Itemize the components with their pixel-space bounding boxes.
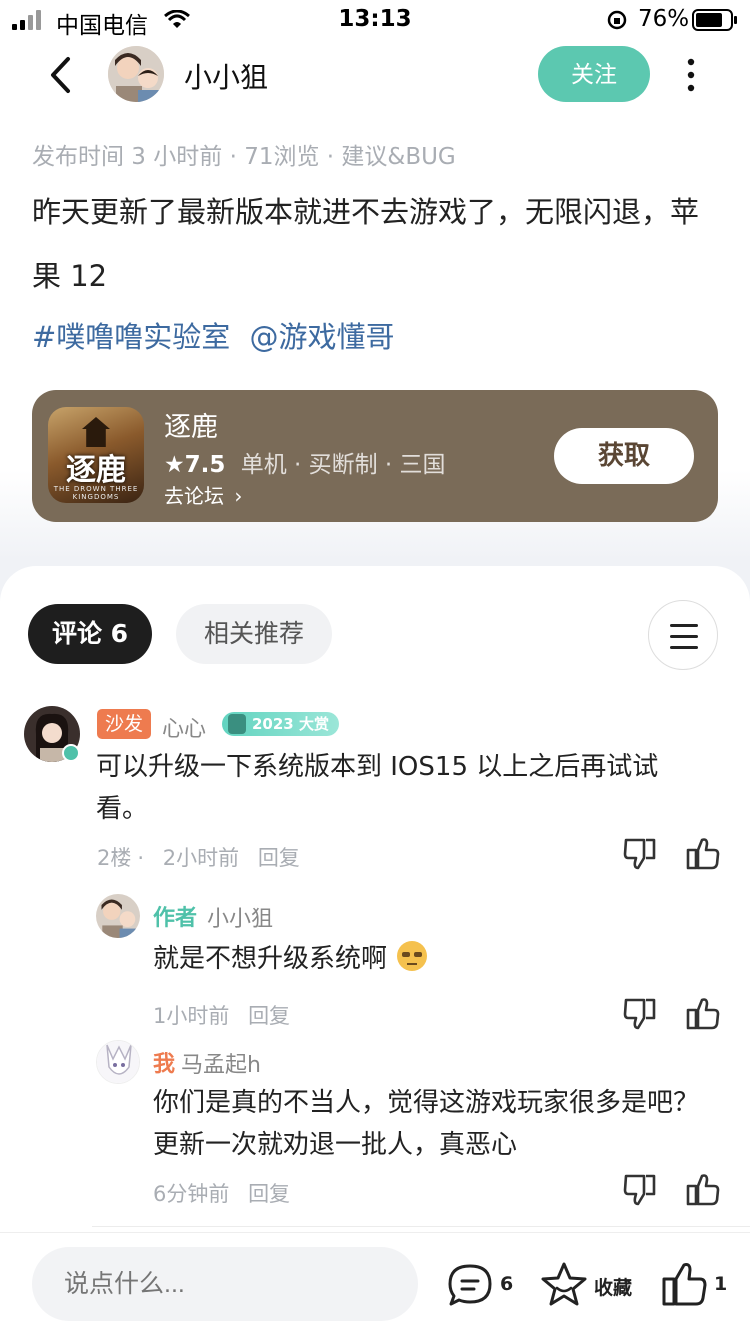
star-icon: ★ (164, 452, 185, 478)
game-name[interactable]: 逐鹿 (164, 405, 218, 444)
thumbs-down-icon[interactable] (622, 1172, 658, 1208)
award-badge: 2023 大赏 (222, 712, 339, 736)
game-meta: ★7.5 单机 · 买断制 · 三国 (164, 445, 446, 479)
reply-text-content: 就是不想升级系统啊 (153, 944, 388, 974)
game-tags: 单机 · 买断制 · 三国 (240, 452, 446, 478)
game-rating: 7.5 (184, 452, 226, 478)
status-bar: 中国电信 13:13 76% (0, 0, 750, 40)
emoji-icon (397, 941, 428, 971)
post-tags: #噗噜噜实验室 @游戏懂哥 (32, 314, 405, 356)
forum-link[interactable]: 去论坛 › (164, 480, 242, 509)
author-name[interactable]: 小小狙 (184, 56, 268, 96)
reply-meta: 1小时前 回复 (153, 1000, 302, 1030)
orientation-lock-icon (607, 10, 627, 30)
reply-button[interactable]: 回复 (258, 846, 300, 870)
comments-panel: 评论 6 相关推荐 沙发 心心 2023 大赏 可以升级一下系统版本到 IOS1… (0, 566, 750, 1334)
tab-comments[interactable]: 评论 6 (28, 604, 152, 664)
thumbs-up-icon[interactable] (684, 996, 720, 1032)
game-card[interactable]: 逐鹿 THE DROWN THREE KINGDOMS 逐鹿 ★7.5 单机 ·… (32, 390, 718, 522)
comment-time: 2小时前 (162, 846, 240, 870)
more-icon[interactable] (684, 58, 698, 92)
topic-tag[interactable]: #噗噜噜实验室 (32, 320, 230, 354)
award-icon (228, 714, 246, 734)
tab-related[interactable]: 相关推荐 (176, 604, 332, 664)
reply-avatar[interactable] (96, 1040, 140, 1084)
award-label: 2023 大赏 (252, 715, 329, 733)
thumbs-up-icon[interactable] (684, 836, 720, 872)
like-icon[interactable] (660, 1261, 708, 1307)
like-count: 1 (714, 1273, 728, 1295)
author-tag: 作者 (153, 906, 198, 931)
reply-time: 1小时前 (153, 1004, 230, 1028)
comment-input[interactable] (32, 1247, 418, 1321)
comment-count: 6 (500, 1273, 514, 1295)
author-avatar[interactable] (108, 46, 164, 102)
reply-button[interactable]: 回复 (248, 1004, 290, 1028)
reply-text: 你们是真的不当人，觉得这游戏玩家很多是吧？更新一次就劝退一批人，真恶心 (153, 1088, 700, 1160)
game-icon[interactable]: 逐鹿 THE DROWN THREE KINGDOMS (48, 407, 144, 503)
sofa-badge: 沙发 (97, 709, 152, 739)
game-icon-subtitle: THE DROWN THREE KINGDOMS (53, 485, 139, 501)
chevron-right-icon: › (234, 484, 243, 508)
battery-percent: 76% (638, 6, 690, 32)
me-tag: 我 (153, 1052, 176, 1077)
post-meta: 发布时间 3 小时前 · 71浏览 · 建议&BUG (32, 144, 456, 170)
favorite-label[interactable]: 收藏 (594, 1273, 632, 1300)
reply-time: 6分钟前 (153, 1182, 230, 1206)
reply-text: 就是不想升级系统啊 (153, 938, 713, 980)
comment-meta: 2楼 · 2小时前 回复 (97, 846, 300, 870)
reply-meta: 6分钟前 回复 (153, 1178, 302, 1208)
thumbs-down-icon[interactable] (622, 836, 658, 872)
follow-button[interactable]: 关注 (538, 46, 650, 102)
reply-avatar[interactable] (96, 894, 140, 938)
star-outline-icon[interactable] (540, 1261, 588, 1307)
post-content: 昨天更新了最新版本就进不去游戏了，无限闪退，苹果 12 (32, 195, 700, 293)
get-game-button[interactable]: 获取 (554, 428, 694, 484)
forum-link-label: 去论坛 (164, 484, 224, 508)
divider (92, 1226, 750, 1227)
reply-username[interactable]: 小小狙 (207, 901, 273, 933)
reply-button[interactable]: 回复 (248, 1182, 290, 1206)
sort-menu-button[interactable] (648, 600, 718, 670)
thumbs-down-icon[interactable] (622, 996, 658, 1032)
bottom-bar: 6 收藏 1 (0, 1232, 750, 1334)
mention-tag[interactable]: @游戏懂哥 (250, 320, 395, 354)
comment-text: 可以升级一下系统版本到 IOS15 以上之后再试试看。 (96, 752, 659, 824)
thumbs-up-icon[interactable] (684, 1172, 720, 1208)
battery-icon (692, 9, 737, 31)
game-icon-title: 逐鹿 (66, 453, 126, 488)
verified-badge-icon (62, 744, 80, 762)
comment-icon[interactable] (446, 1263, 494, 1307)
reply-username[interactable]: 马孟起h (181, 1047, 261, 1079)
comment-floor: 2楼 (97, 846, 132, 870)
commenter-name[interactable]: 心心 (162, 711, 206, 743)
back-icon[interactable] (46, 56, 76, 94)
